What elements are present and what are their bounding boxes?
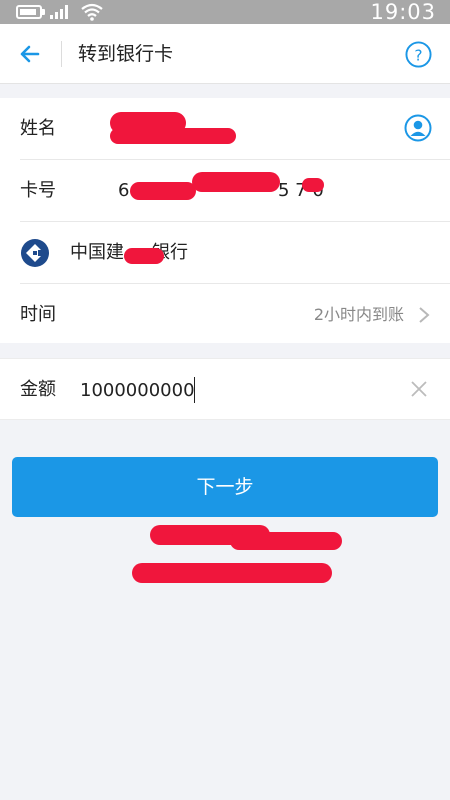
nav-bar: 转到银行卡 ?	[0, 24, 450, 84]
help-icon[interactable]: ?	[405, 41, 432, 68]
page-title: 转到银行卡	[78, 43, 174, 65]
status-bar: 19:03	[0, 0, 450, 24]
redaction-mark	[124, 248, 164, 264]
nav-divider	[61, 41, 62, 67]
amount-label: 金额	[20, 379, 56, 400]
redaction-mark	[302, 178, 324, 192]
bank-row: 中国建 银行	[0, 222, 450, 284]
card-number-start: 6	[118, 180, 130, 201]
card-number-row: 卡号 6 5 7 0	[0, 160, 450, 222]
time-label: 时间	[20, 304, 56, 325]
contact-icon[interactable]	[404, 114, 432, 142]
wifi-icon	[81, 3, 103, 21]
battery-tip	[42, 9, 45, 15]
clear-icon[interactable]	[410, 380, 428, 398]
name-row[interactable]: 姓名	[0, 98, 450, 160]
name-label: 姓名	[20, 118, 56, 139]
chevron-right-icon	[419, 307, 430, 323]
bank-logo-icon	[21, 239, 49, 267]
clock: 19:03	[370, 0, 436, 24]
time-row[interactable]: 时间 2小时内到账	[0, 284, 450, 346]
bank-name-start: 中国建	[70, 242, 124, 263]
text-caret	[194, 377, 195, 403]
svg-text:?: ?	[414, 46, 422, 64]
redaction-mark	[132, 563, 332, 583]
battery-icon	[16, 5, 42, 19]
amount-input[interactable]	[80, 373, 380, 407]
redaction-mark	[192, 172, 280, 192]
redaction-mark	[230, 532, 342, 550]
redaction-mark	[110, 128, 236, 144]
redaction-mark	[130, 182, 196, 200]
next-step-button[interactable]: 下一步	[12, 457, 438, 517]
arrival-time-value: 2小时内到账	[313, 305, 404, 324]
recipient-card: 姓名 卡号 6 5 7 0 中国建 银行 时间 2小时内到账	[0, 98, 450, 343]
back-arrow-icon[interactable]	[14, 38, 46, 70]
signal-icon	[50, 5, 72, 19]
amount-card: 金额	[0, 358, 450, 420]
card-label: 卡号	[20, 180, 56, 201]
